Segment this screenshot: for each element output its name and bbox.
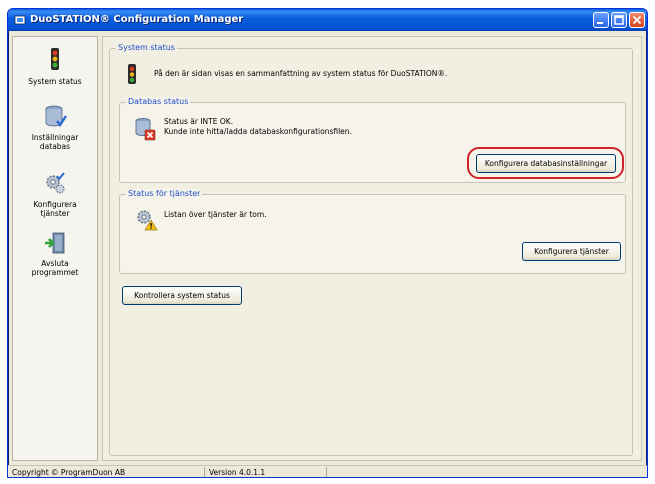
sidebar-item-exit[interactable]: Avsluta programmet bbox=[13, 230, 97, 277]
app-icon bbox=[14, 15, 26, 25]
database-status-line: Status är INTE OK. bbox=[164, 117, 234, 126]
sidebar-item-label: Inställningar databas bbox=[31, 133, 79, 151]
database-error-icon bbox=[135, 118, 156, 141]
services-status-title: Status för tjänster bbox=[126, 189, 203, 199]
database-icon bbox=[45, 105, 67, 128]
configure-database-button[interactable]: Konfigurera databasinställningar bbox=[476, 154, 616, 173]
database-status-detail: Kunde inte hitta/ladda databaskonfigurat… bbox=[164, 127, 352, 136]
system-status-group: System status På den är sidan visas en s… bbox=[109, 43, 633, 456]
sidebar-item-database-settings[interactable]: Inställningar databas bbox=[13, 104, 97, 151]
window-title: DuoSTATION® Configuration Manager bbox=[30, 14, 244, 25]
exit-door-icon bbox=[45, 232, 65, 254]
traffic-light-icon bbox=[128, 64, 136, 84]
services-status-group: Status för tjänster Listan över tjänster… bbox=[119, 189, 626, 274]
status-bar: Copyright © ProgramDuon AB Version 4.0.1… bbox=[8, 465, 647, 477]
copyright-text: Copyright © ProgramDuon AB bbox=[12, 468, 126, 477]
database-status-group: Databas status Status är INTE OK. Kunde … bbox=[119, 97, 626, 183]
main-panel: System status På den är sidan visas en s… bbox=[102, 36, 642, 461]
configure-services-button[interactable]: Konfigurera tjänster bbox=[522, 242, 621, 261]
services-status-message: Listan över tjänster är tom. bbox=[164, 210, 267, 219]
sidebar-item-system-status[interactable]: System status bbox=[13, 46, 97, 86]
sidebar-item-label: System status bbox=[28, 77, 82, 86]
minimize-button[interactable] bbox=[593, 12, 609, 28]
minimize-icon bbox=[597, 22, 603, 24]
maximize-icon bbox=[614, 15, 624, 25]
title-bar[interactable]: DuoSTATION® Configuration Manager bbox=[8, 9, 647, 31]
gears-icon bbox=[46, 172, 65, 194]
maximize-button[interactable] bbox=[611, 12, 627, 28]
check-system-status-button[interactable]: Kontrollera system status bbox=[122, 286, 242, 305]
status-separator bbox=[326, 467, 327, 477]
sidebar: System status Inställningar databas Konf… bbox=[12, 36, 98, 461]
gears-warning-icon bbox=[137, 210, 158, 231]
system-status-title: System status bbox=[116, 43, 177, 53]
version-text: Version 4.0.1.1 bbox=[209, 468, 266, 477]
system-status-description: På den är sidan visas en sammanfattning … bbox=[154, 69, 448, 78]
traffic-light-icon bbox=[51, 48, 59, 70]
sidebar-item-label: Konfigurera tjänster bbox=[33, 200, 77, 218]
database-status-title: Databas status bbox=[126, 97, 191, 107]
close-icon bbox=[632, 15, 642, 25]
sidebar-item-label: Avsluta programmet bbox=[31, 259, 79, 277]
status-separator bbox=[204, 467, 205, 477]
close-button[interactable] bbox=[629, 12, 645, 28]
sidebar-item-configure-services[interactable]: Konfigurera tjänster bbox=[13, 171, 97, 218]
app-window: DuoSTATION® Configuration Manager System… bbox=[7, 8, 648, 478]
